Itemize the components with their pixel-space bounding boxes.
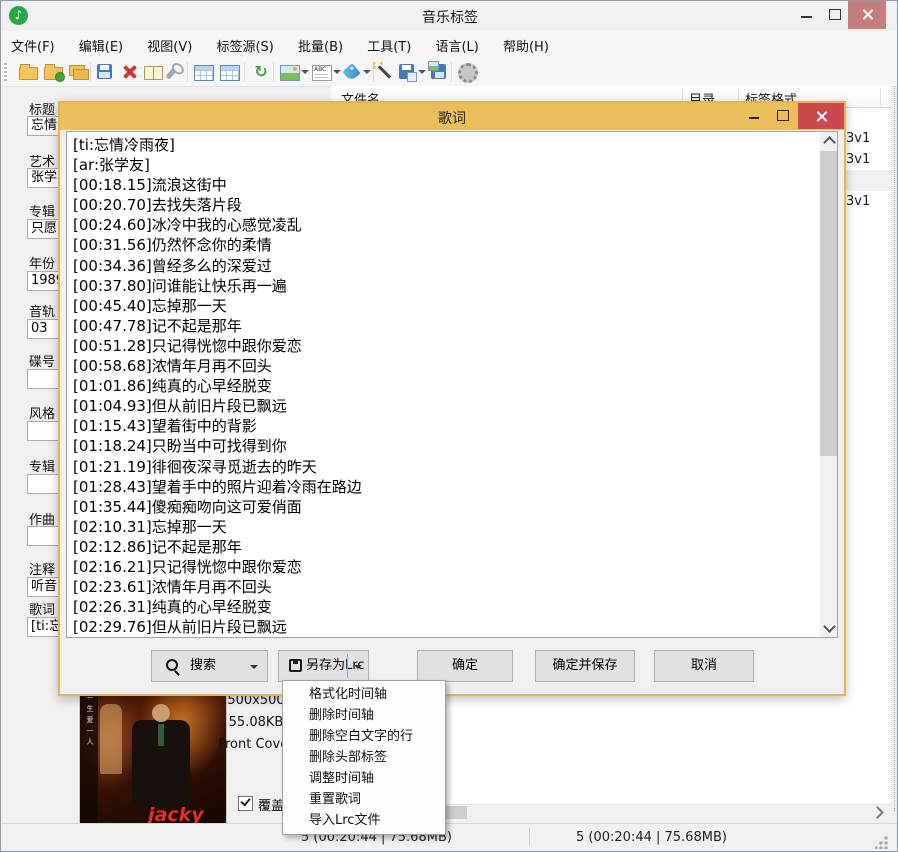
menu-batch[interactable]: 批量(B) (288, 31, 353, 60)
window-title: 音乐标签 (1, 7, 898, 27)
window-titlebar: ♪ 音乐标签 (1, 1, 898, 31)
lyrics-text: [ti:忘情冷雨夜] [ar:张学友] [00:18.15]流浪这街中 [00:… (73, 135, 362, 638)
search-button[interactable]: 搜索 (151, 650, 268, 682)
menu-item-adjust-timeline[interactable]: 调整时间轴 (283, 768, 445, 789)
vertical-scrollbar[interactable] (820, 132, 837, 637)
save-icon (289, 659, 302, 672)
menu-edit[interactable]: 编辑(E) (69, 31, 133, 60)
field-label-album-artist: 专辑 (29, 456, 55, 475)
save-as-dropdown-icon[interactable] (418, 70, 426, 74)
dialog-close-button[interactable] (798, 103, 844, 129)
field-label-year: 年份 (29, 253, 55, 272)
ok-and-save-button[interactable]: 确定并保存 (535, 650, 635, 682)
minimize-button[interactable] (792, 1, 822, 29)
refresh-icon[interactable]: ↻ (251, 62, 271, 82)
settings-gear-icon[interactable] (458, 63, 478, 83)
album-art-figure (100, 704, 122, 774)
scroll-up-icon[interactable] (823, 136, 836, 149)
tag-dropdown-icon[interactable] (363, 70, 371, 74)
menu-item-remove-blank-lines[interactable]: 删除空白文字的行 (283, 726, 445, 747)
menu-item-remove-header-tags[interactable]: 删除头部标签 (283, 747, 445, 768)
save-icon[interactable] (97, 64, 112, 79)
open-folder-icon[interactable] (19, 67, 38, 80)
save-as-icon[interactable] (399, 64, 414, 79)
menu-item-import-lrc[interactable]: 导入Lrc文件 (283, 810, 445, 831)
menu-file[interactable]: 文件(F) (1, 31, 65, 60)
text-abc-icon[interactable] (312, 65, 332, 81)
menu-tools[interactable]: 工具(T) (357, 31, 421, 60)
menu-tag-source[interactable]: 标签源(S) (206, 31, 283, 60)
dialog-maximize-button[interactable] (768, 103, 796, 129)
maximize-button[interactable] (820, 1, 850, 29)
menu-item-format-timeline[interactable]: 格式化时间轴 (283, 684, 445, 705)
lyrics-text-area[interactable]: [ti:忘情冷雨夜] [ar:张学友] [00:18.15]流浪这街中 [00:… (66, 131, 838, 638)
status-selection: 5 (00:20:44 | 75.68MB) (576, 830, 727, 845)
cover-image-icon[interactable] (280, 65, 300, 81)
menu-help[interactable]: 帮助(H) (493, 31, 559, 60)
field-label-album: 专辑 (29, 201, 55, 220)
search-icon (166, 659, 178, 671)
field-label-lyrics: 歌词 (29, 599, 55, 618)
menu-item-reset-lyrics[interactable]: 重置歌词 (283, 789, 445, 810)
dialog-minimize-button[interactable] (740, 103, 768, 129)
grid-view-icon[interactable] (194, 65, 214, 81)
field-label-genre: 风格 (29, 403, 55, 422)
book-icon[interactable] (144, 66, 163, 80)
overwrite-checkbox[interactable] (238, 796, 253, 811)
dialog-title: 歌词 (60, 108, 844, 128)
menu-language[interactable]: 语言(L) (425, 31, 488, 60)
resize-grip[interactable] (875, 835, 889, 849)
close-button[interactable] (848, 1, 886, 29)
save-lrc-menu: 格式化时间轴 删除时间轴 删除空白文字的行 删除头部标签 调整时间轴 重置歌词 … (282, 680, 446, 835)
add-folder-icon[interactable] (44, 67, 63, 80)
search-dropdown-icon[interactable] (250, 665, 258, 669)
scroll-down-icon[interactable] (823, 620, 836, 633)
menu-view[interactable]: 视图(V) (137, 31, 202, 60)
save-cover-icon[interactable] (431, 64, 446, 79)
save-as-lrc-button[interactable]: 另存为Lrc (278, 650, 369, 682)
folders-icon[interactable] (69, 65, 85, 76)
field-label-track: 音轨 (29, 301, 55, 320)
delete-icon[interactable] (122, 64, 137, 79)
cancel-button[interactable]: 取消 (654, 650, 754, 682)
field-label-comment: 注释 (29, 559, 55, 578)
text-dropdown-icon[interactable] (333, 70, 341, 74)
panel-splitter[interactable] (894, 86, 896, 811)
dialog-titlebar: 歌词 (60, 103, 844, 130)
vertical-scrollbar-thumb[interactable] (820, 151, 837, 456)
field-label-disc: 碟号 (29, 351, 55, 370)
album-art-singer (132, 720, 190, 806)
lyrics-dialog: 歌词 [ti:忘情冷雨夜] [ar:张学友] [00:18.15]流浪这街中 [… (58, 101, 846, 696)
menu-item-remove-timeline[interactable]: 删除时间轴 (283, 705, 445, 726)
save-lrc-dropdown-icon[interactable] (354, 665, 362, 669)
menubar: 文件(F) 编辑(E) 视图(V) 标签源(S) 批量(B) 工具(T) 语言(… (1, 31, 898, 58)
ok-button[interactable]: 确定 (417, 650, 513, 682)
music-tag-app-window: ♪ 音乐标签 文件(F) 编辑(E) 视图(V) 标签源(S) 批量(B) 工具… (0, 0, 898, 852)
toolbar-grip (4, 63, 7, 81)
table-view-icon[interactable] (220, 65, 240, 81)
cover-dropdown-icon[interactable] (301, 70, 309, 74)
overwrite-checkbox-label: 覆盖 (258, 795, 284, 814)
